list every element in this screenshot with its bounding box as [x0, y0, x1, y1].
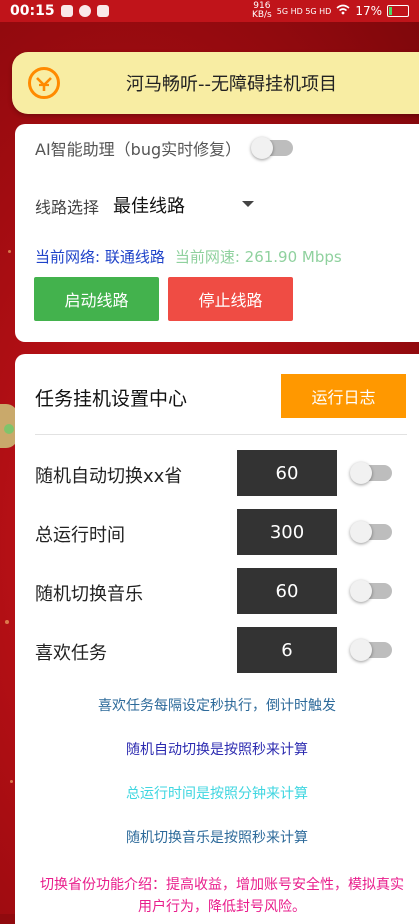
floating-widget-icon	[4, 424, 14, 434]
route-select-label: 线路选择	[35, 198, 100, 217]
wifi-icon	[336, 4, 350, 18]
network-status: 当前网络: 联通线路 当前网速: 261.90 Mbps	[35, 246, 342, 267]
task-label: 随机切换音乐	[35, 584, 143, 605]
status-bar: 00:15 916 KB/s 5G HD 5G HD 17%	[0, 0, 419, 22]
title-banner: 河马畅听--无障碍挂机项目	[12, 52, 419, 114]
task-label: 喜欢任务	[35, 643, 107, 664]
toggle-knob	[350, 462, 372, 484]
toggle-knob	[350, 580, 372, 602]
task-label: 随机自动切换xx省	[35, 466, 183, 487]
toggle-knob	[350, 521, 372, 543]
divider	[35, 434, 407, 435]
task-toggle[interactable]	[350, 521, 392, 543]
task-settings-card: 任务挂机设置中心 运行日志 随机自动切换xx省 60 总运行时间 300 随机切…	[15, 354, 419, 924]
task-value-input[interactable]: 300	[237, 509, 337, 555]
notification-icon	[60, 5, 73, 17]
route-select[interactable]: 最佳线路	[113, 192, 185, 218]
app-logo-icon	[28, 67, 60, 99]
task-value-input[interactable]: 6	[237, 627, 337, 673]
background-sparkle	[5, 620, 9, 624]
info-note: 总运行时间是按照分钟来计算	[126, 786, 308, 802]
info-note: 喜欢任务每隔设定秒执行，倒计时触发	[98, 698, 336, 714]
toggle-knob	[251, 137, 273, 159]
task-value-input[interactable]: 60	[237, 568, 337, 614]
signal-indicator: 5G HD 5G HD	[276, 6, 332, 16]
feature-intro: 切换省份功能介绍：提高收益，增加账号安全性，模拟真实用户行为，降低封号风险。	[40, 877, 404, 915]
start-route-button[interactable]: 启动线路	[34, 277, 159, 321]
task-toggle[interactable]	[350, 462, 392, 484]
page-title: 河马畅听--无障碍挂机项目	[126, 74, 337, 95]
ai-assistant-label: AI智能助理（bug实时修复）	[35, 140, 242, 159]
background-sparkle	[8, 250, 11, 253]
net-rate: 916 KB/s	[251, 1, 272, 20]
task-label: 总运行时间	[35, 525, 125, 546]
info-note: 随机切换音乐是按照秒来计算	[126, 830, 308, 846]
app-notification-icon	[96, 5, 109, 17]
run-log-button[interactable]: 运行日志	[281, 374, 406, 418]
battery-percent: 17%	[355, 4, 382, 18]
info-note: 随机自动切换是按照秒来计算	[126, 742, 308, 758]
task-value-input[interactable]: 60	[237, 450, 337, 496]
check-icon	[78, 5, 91, 17]
current-network: 当前网络: 联通线路	[35, 248, 165, 266]
background-sparkle	[10, 780, 13, 783]
stop-route-button[interactable]: 停止线路	[168, 277, 293, 321]
current-speed: 当前网速: 261.90 Mbps	[174, 248, 342, 266]
status-time: 00:15	[10, 3, 55, 19]
chevron-down-icon[interactable]	[242, 201, 254, 207]
toggle-knob	[350, 639, 372, 661]
route-card: AI智能助理（bug实时修复） 线路选择 最佳线路 当前网络: 联通线路 当前网速…	[15, 124, 419, 342]
task-toggle[interactable]	[350, 580, 392, 602]
task-toggle[interactable]	[350, 639, 392, 661]
battery-icon	[387, 5, 409, 17]
ai-assistant-toggle[interactable]	[251, 137, 293, 159]
task-settings-title: 任务挂机设置中心	[35, 388, 188, 410]
